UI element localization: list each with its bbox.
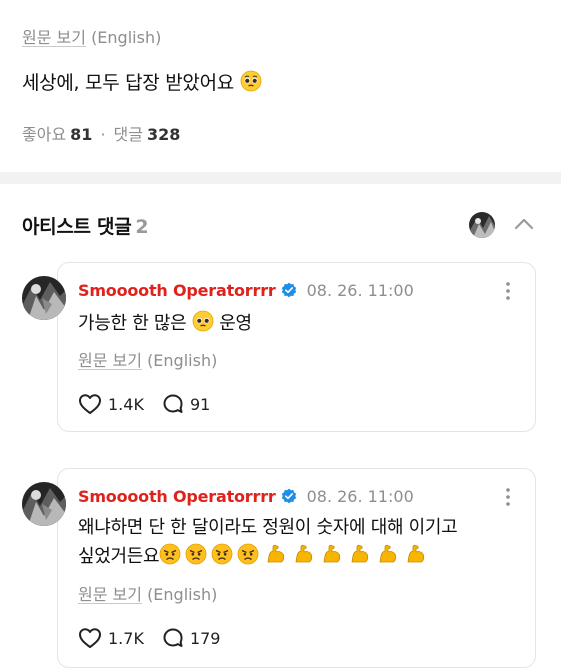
flexed-biceps-icon (323, 544, 341, 563)
reply-button[interactable]: 91 (162, 393, 210, 415)
view-original-label[interactable]: 원문 보기 (78, 585, 142, 604)
heart-icon (79, 394, 101, 414)
comment-time: 08. 26. 11:00 (306, 486, 414, 506)
like-button[interactable]: 1.4K (78, 393, 144, 415)
comment-time: 08. 26. 11:00 (306, 280, 414, 300)
view-original-lang: (English) (147, 585, 218, 604)
flexed-biceps-icon (351, 544, 369, 563)
comment-text-part1: 가능한 한 많은 (78, 313, 187, 334)
comment-bubble: Smooooth Operatorrrr 08. 26. 11:00 왜냐하면 … (57, 468, 536, 668)
comment-actions: 1.4K 91 (78, 393, 228, 415)
artist-comment: Smooooth Operatorrrr 08. 26. 11:00 가능한 한… (0, 262, 561, 434)
like-count: 1.4K (108, 394, 144, 414)
artist-comments-count: 2 (135, 216, 149, 238)
view-original-lang: (English) (91, 28, 162, 47)
post-text-content: 세상에, 모두 답장 받았어요 (22, 72, 234, 94)
comment-header: Smooooth Operatorrrr 08. 26. 11:00 (78, 485, 414, 507)
artist-comments-title: 아티스트 댓글 2 (22, 212, 149, 239)
pleading-face-icon (192, 310, 214, 332)
chevron-up-icon[interactable] (512, 214, 536, 234)
view-original-label[interactable]: 원문 보기 (22, 28, 86, 47)
artist-avatar-small[interactable] (469, 212, 495, 238)
angry-face-icon (159, 543, 181, 565)
comment-text-part2: 운영 (219, 313, 252, 334)
comments-label: 댓글 (113, 125, 143, 144)
flexed-biceps-icon (379, 544, 397, 563)
heart-icon (79, 628, 101, 648)
artist-comments-header: 아티스트 댓글 2 (0, 184, 561, 250)
view-original-link[interactable]: 원문 보기 (English) (78, 347, 217, 371)
flexed-biceps-icon (267, 544, 285, 563)
reply-count: 91 (189, 394, 211, 414)
comment-author[interactable]: Smooooth Operatorrrr (78, 487, 276, 506)
artist-avatar[interactable] (22, 276, 66, 320)
angry-face-icon (237, 543, 259, 565)
comment-text-line1: 왜냐하면 단 한 달이라도 정원이 숫자에 대해 이기고 (78, 517, 458, 538)
view-original-link[interactable]: 원문 보기 (English) (22, 24, 161, 48)
comment-bubble: Smooooth Operatorrrr 08. 26. 11:00 가능한 한… (57, 262, 536, 432)
comment-text: 가능한 한 많은 운영 (78, 309, 518, 338)
verified-badge-icon (281, 282, 296, 298)
reply-button[interactable]: 179 (162, 627, 221, 649)
angry-face-icon (211, 543, 233, 565)
view-original-label[interactable]: 원문 보기 (78, 351, 142, 370)
stats-separator: · (100, 125, 106, 144)
comment-text-line2-text: 싶었거든요 (78, 546, 160, 567)
likes-count: 81 (70, 125, 93, 144)
verified-badge-icon (281, 488, 296, 504)
comments-count: 328 (146, 125, 181, 144)
comment-author[interactable]: Smooooth Operatorrrr (78, 281, 276, 300)
post-section: 원문 보기 (English) 세상에, 모두 답장 받았어요 좋아요 81 · 댓글… (0, 0, 561, 172)
flexed-biceps-icon (295, 544, 313, 563)
like-count: 1.7K (108, 628, 144, 648)
comment-actions: 1.7K 179 (78, 627, 238, 649)
reply-count: 179 (189, 628, 221, 648)
post-stats: 좋아요 81 · 댓글 328 (22, 121, 180, 145)
angry-face-icon (185, 543, 207, 565)
view-original-lang: (English) (147, 351, 218, 370)
comment-bubble-icon (163, 628, 183, 647)
comment-text-line2: 싶었거든요 (78, 542, 518, 571)
more-options-icon[interactable] (505, 281, 511, 301)
artist-comment: Smooooth Operatorrrr 08. 26. 11:00 왜냐하면 … (0, 468, 561, 668)
comment-text: 왜냐하면 단 한 달이라도 정원이 숫자에 대해 이기고 싶었거든요 (78, 513, 518, 571)
like-button[interactable]: 1.7K (78, 627, 144, 649)
more-options-icon[interactable] (505, 487, 511, 507)
artist-avatar[interactable] (22, 482, 66, 526)
likes-label: 좋아요 (22, 125, 67, 144)
comment-header: Smooooth Operatorrrr 08. 26. 11:00 (78, 279, 414, 301)
view-original-link[interactable]: 원문 보기 (English) (78, 581, 217, 605)
flexed-biceps-icon (407, 544, 425, 563)
section-divider (0, 172, 561, 184)
artist-comments-title-text: 아티스트 댓글 (22, 216, 132, 238)
pleading-face-icon (240, 70, 262, 92)
comment-bubble-icon (163, 394, 183, 413)
post-text: 세상에, 모두 답장 받았어요 (22, 68, 262, 95)
